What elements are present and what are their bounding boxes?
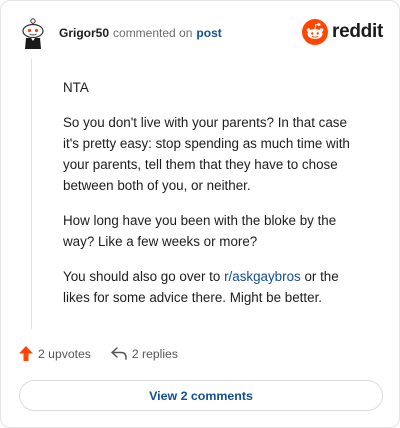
comment-actions: 2 upvotes 2 replies xyxy=(19,346,198,361)
replies-button[interactable]: 2 replies xyxy=(111,347,178,361)
snoo-avatar-icon xyxy=(22,18,44,49)
comment-paragraph: How long have you been with the bloke by… xyxy=(63,213,337,249)
comment-body: NTA So you don't live with your parents?… xyxy=(63,77,363,322)
subreddit-link[interactable]: r/askgaybros xyxy=(224,269,301,284)
view-comments-button[interactable]: View 2 comments xyxy=(19,380,383,411)
comment-paragraph: NTA xyxy=(63,80,89,95)
reddit-logo[interactable]: reddit xyxy=(302,19,383,45)
paragraph-text: You should also go over to xyxy=(63,269,225,284)
post-link[interactable]: post xyxy=(196,26,221,40)
upvote-button[interactable]: 2 upvotes xyxy=(19,346,91,361)
upvote-arrow-icon xyxy=(19,346,33,361)
reddit-logo-icon xyxy=(302,19,329,45)
comment-paragraph: You should also go over to r/askgaybros … xyxy=(63,266,363,308)
comment-header: Grigor50 commented on post reddit xyxy=(19,17,383,51)
username-link[interactable]: Grigor50 xyxy=(59,26,109,40)
comment-card: Grigor50 commented on post reddit NTA So… xyxy=(0,0,400,428)
reply-count: 2 replies xyxy=(131,346,178,361)
user-avatar[interactable] xyxy=(19,17,47,51)
upvote-count: 2 upvotes xyxy=(38,346,91,361)
comment-action-text: commented on xyxy=(113,26,193,40)
thread-line xyxy=(31,59,32,329)
reddit-wordmark: reddit xyxy=(332,21,383,42)
comment-meta: Grigor50 commented on post xyxy=(59,26,222,40)
comment-paragraph: So you don't live with your parents? In … xyxy=(63,115,350,193)
reply-arrow-icon xyxy=(111,347,127,360)
